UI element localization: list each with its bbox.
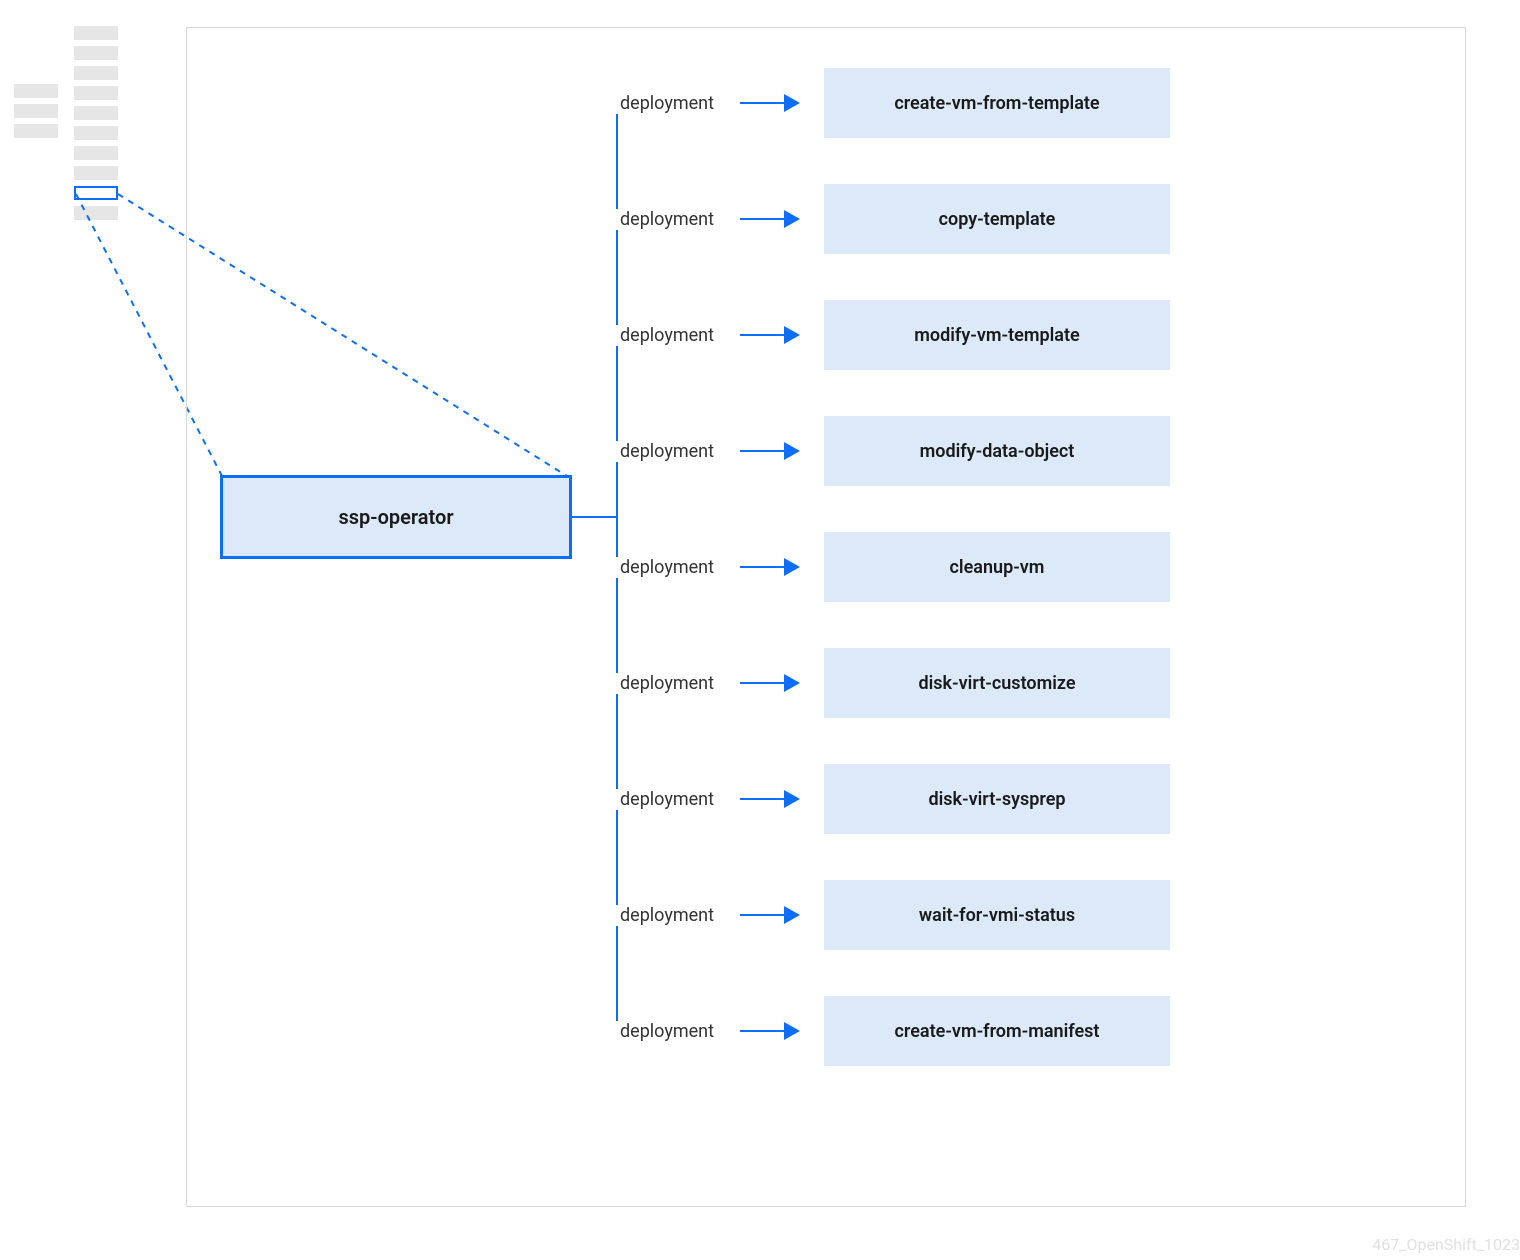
- mini-bar: [74, 106, 118, 120]
- mini-stack-left: [14, 84, 58, 144]
- deployment-row: deployment modify-vm-template: [588, 300, 1178, 370]
- edge-label: deployment: [588, 441, 740, 462]
- mini-bar: [74, 166, 118, 180]
- target-box: create-vm-from-template: [824, 68, 1170, 138]
- arrow-shaft: [740, 334, 784, 336]
- edge-label: deployment: [588, 93, 740, 114]
- mini-bar: [74, 126, 118, 140]
- arrow-head-icon: [784, 94, 800, 112]
- arrow-head-icon: [784, 326, 800, 344]
- mini-bar: [74, 146, 118, 160]
- arrow-shaft: [740, 798, 784, 800]
- arrow-head-icon: [784, 906, 800, 924]
- edge-label: deployment: [588, 673, 740, 694]
- deployment-row: deployment modify-data-object: [588, 416, 1178, 486]
- mini-bar: [74, 46, 118, 60]
- mini-bar: [74, 206, 118, 220]
- arrow-head-icon: [784, 674, 800, 692]
- arrow-head-icon: [784, 1022, 800, 1040]
- mini-bar: [74, 86, 118, 100]
- mini-bar: [74, 66, 118, 80]
- target-box: copy-template: [824, 184, 1170, 254]
- deployment-row: deployment wait-for-vmi-status: [588, 880, 1178, 950]
- edge-label: deployment: [588, 905, 740, 926]
- deployment-row: deployment disk-virt-customize: [588, 648, 1178, 718]
- edge-label: deployment: [588, 325, 740, 346]
- edge-label: deployment: [588, 1021, 740, 1042]
- operator-label: ssp-operator: [338, 505, 453, 529]
- arrow-head-icon: [784, 442, 800, 460]
- target-box: disk-virt-customize: [824, 648, 1170, 718]
- ssp-operator-box: ssp-operator: [220, 475, 572, 559]
- arrow-shaft: [740, 450, 784, 452]
- arrow-shaft: [740, 218, 784, 220]
- deployment-row: deployment copy-template: [588, 184, 1178, 254]
- target-box: create-vm-from-manifest: [824, 996, 1170, 1066]
- deployment-row: deployment create-vm-from-template: [588, 68, 1178, 138]
- arrow-head-icon: [784, 210, 800, 228]
- target-box: wait-for-vmi-status: [824, 880, 1170, 950]
- trunk-horizontal: [572, 516, 618, 518]
- edge-label: deployment: [588, 209, 740, 230]
- deployment-row: deployment cleanup-vm: [588, 532, 1178, 602]
- footer-label: 467_OpenShift_1023: [1372, 1235, 1520, 1254]
- mini-bar: [14, 104, 58, 118]
- edge-label: deployment: [588, 789, 740, 810]
- arrow-head-icon: [784, 558, 800, 576]
- target-box: modify-vm-template: [824, 300, 1170, 370]
- deployment-row: deployment disk-virt-sysprep: [588, 764, 1178, 834]
- arrow-shaft: [740, 682, 784, 684]
- mini-stack-right: [74, 26, 118, 226]
- arrow-head-icon: [784, 790, 800, 808]
- arrow-shaft: [740, 1030, 784, 1032]
- mini-bar: [14, 124, 58, 138]
- arrow-shaft: [740, 914, 784, 916]
- arrow-shaft: [740, 566, 784, 568]
- target-box: modify-data-object: [824, 416, 1170, 486]
- mini-bar: [74, 26, 118, 40]
- deployment-row: deployment create-vm-from-manifest: [588, 996, 1178, 1066]
- mini-bar: [14, 84, 58, 98]
- mini-bar-highlight: [74, 186, 118, 200]
- edge-label: deployment: [588, 557, 740, 578]
- arrow-shaft: [740, 102, 784, 104]
- target-box: cleanup-vm: [824, 532, 1170, 602]
- target-box: disk-virt-sysprep: [824, 764, 1170, 834]
